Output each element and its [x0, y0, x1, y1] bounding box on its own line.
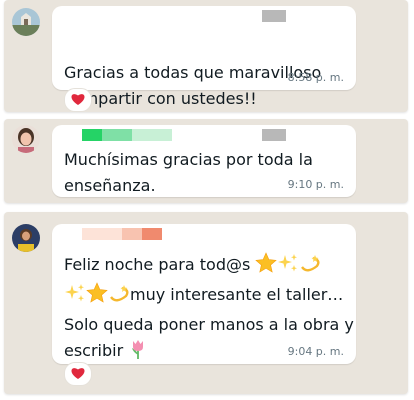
reaction-badge[interactable]	[64, 88, 92, 112]
sender-name-redacted	[132, 129, 172, 141]
sender-name-redacted	[122, 228, 142, 240]
avatar[interactable]	[12, 224, 40, 252]
message-timestamp: 9:04 p. m.	[287, 345, 344, 358]
sender-name-redacted	[82, 129, 102, 141]
sparkles-icon	[64, 282, 86, 312]
message-timestamp: 9:10 p. m.	[287, 178, 344, 191]
message-text: Muchísimas gracias por toda la enseñanza…	[64, 150, 313, 195]
chat-message-panel-1: Gracias a todas que maravilloso comparti…	[4, 0, 408, 112]
sender-name-redacted	[102, 129, 132, 141]
heart-icon	[70, 365, 86, 384]
chat-message-panel-3: Feliz noche para tod@s muy interesante e…	[4, 212, 408, 394]
message-bubble[interactable]: Feliz noche para tod@s muy interesante e…	[52, 224, 356, 364]
heart-icon	[70, 91, 86, 110]
message-timestamp: 8:58 p. m.	[287, 71, 344, 84]
tulip-icon	[128, 338, 148, 368]
sender-name-redacted	[262, 10, 286, 22]
dizzy-icon	[108, 282, 130, 312]
avatar[interactable]	[12, 8, 40, 36]
message-bubble[interactable]: Gracias a todas que maravilloso comparti…	[52, 6, 356, 108]
avatar[interactable]	[12, 125, 40, 153]
reaction-badge[interactable]	[64, 362, 92, 386]
chat-message-panel-2: Muchísimas gracias por toda la enseñanza…	[4, 119, 408, 203]
star-icon	[255, 252, 278, 282]
sparkles-icon	[277, 252, 299, 282]
dizzy-icon	[299, 252, 321, 282]
sender-name-redacted	[142, 228, 162, 240]
message-bubble[interactable]: Muchísimas gracias por toda la enseñanza…	[52, 125, 356, 197]
star-icon	[86, 282, 108, 312]
sender-name-redacted	[82, 228, 122, 240]
sender-name-redacted	[262, 129, 286, 141]
message-text: Gracias a todas que maravilloso comparti…	[64, 34, 321, 112]
